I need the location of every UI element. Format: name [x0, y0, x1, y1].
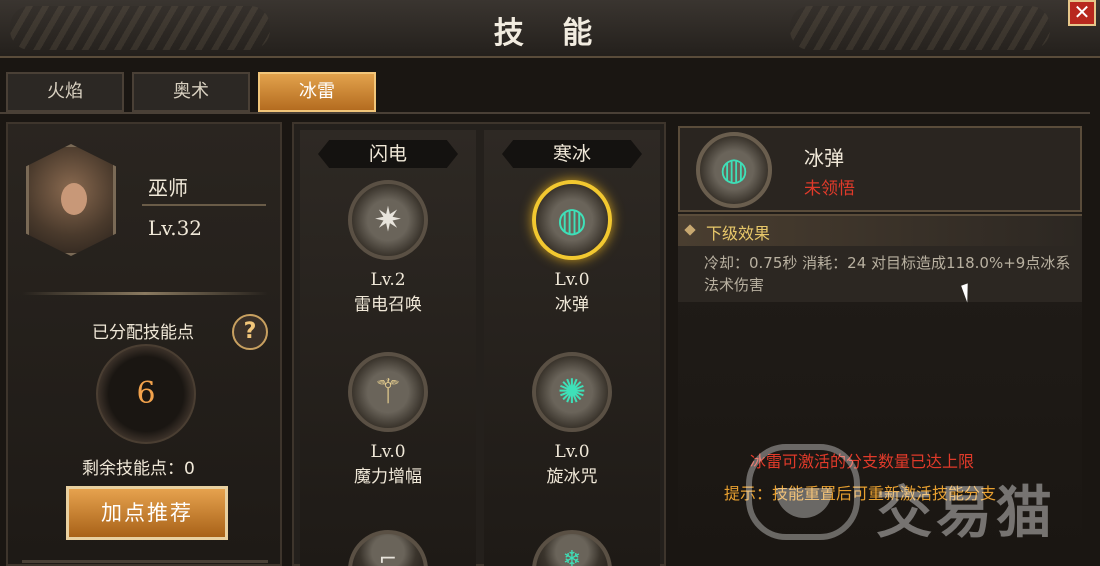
avatar[interactable] [26, 144, 116, 256]
skill-level: Lv.0 [554, 270, 590, 290]
partial-skill-icon: ⌐ [348, 530, 428, 566]
skill-level: Lv.0 [554, 442, 590, 462]
ornate-divider [22, 292, 268, 295]
effect-text: 冷却：0.75秒 消耗：24 对目标造成118.0%+9点冰系法术伤害 [704, 254, 1071, 294]
hero-panel: 巫师 Lv.32 已分配技能点 ? 6 剩余技能点：0 加点推荐 [6, 122, 282, 566]
ice-orb-icon: ◍ [532, 180, 612, 260]
skill-name: 魔力增幅 [354, 467, 422, 487]
skill-name: 冰弹 [555, 295, 589, 315]
tab-arcane[interactable]: 奥术 [132, 72, 250, 112]
skill-tabs: 火焰 奥术 冰雷 [6, 72, 376, 112]
skill-name: 雷电召唤 [354, 295, 422, 315]
detail-header: ◍ 冰弹 未领悟 [678, 126, 1082, 212]
skill-partial-lightning[interactable]: ⌐ [300, 530, 476, 566]
skill-level: Lv.2 [370, 270, 406, 290]
bullet-icon [684, 224, 696, 236]
title-bar: 技 能 [0, 0, 1100, 58]
skill-level: Lv.0 [370, 442, 406, 462]
skill-tree-panel: 闪电 ✷ Lv.2 雷电召唤 ⚚ Lv.0 魔力增幅 ⌐ 寒冰 ◍ Lv.0 冰… [292, 122, 666, 566]
watermark-text: 交易猫 [876, 481, 1056, 546]
window-title: 技 能 [493, 16, 607, 51]
recommend-button[interactable]: 加点推荐 [66, 486, 228, 540]
effect-title: 下级效果 [706, 224, 771, 243]
column-header-frost: 寒冰 [502, 140, 642, 168]
skill-name: 旋冰咒 [546, 467, 598, 487]
ice-spiral-icon: ✺ [532, 352, 612, 432]
tab-divider [0, 112, 1090, 114]
skill-mana-amplify[interactable]: ⚚ Lv.0 魔力增幅 [300, 352, 476, 487]
lightning-column: 闪电 ✷ Lv.2 雷电召唤 ⚚ Lv.0 魔力增幅 ⌐ [300, 130, 476, 566]
hero-level: Lv.32 [148, 216, 203, 240]
tab-ice-lightning[interactable]: 冰雷 [258, 72, 376, 112]
watermark-cat-face [776, 488, 832, 518]
panel-bottom-divider [22, 560, 268, 563]
allocated-points-ring: 6 [96, 344, 196, 444]
staff-icon: ⚚ [348, 352, 428, 432]
skill-partial-frost[interactable]: ❄ [484, 530, 660, 566]
help-icon[interactable]: ? [232, 314, 268, 350]
detail-skill-name: 冰弹 [804, 146, 844, 170]
effect-title-row: 下级效果 [678, 216, 1082, 246]
hero-name: 巫师 [148, 176, 188, 200]
close-button[interactable]: ✕ [1068, 0, 1096, 26]
remaining-points-label: 剩余技能点：0 [82, 459, 195, 479]
avatar-face [61, 183, 87, 215]
detail-skill-status: 未领悟 [804, 179, 855, 199]
lightning-burst-icon: ✷ [348, 180, 428, 260]
skill-ice-spiral[interactable]: ✺ Lv.0 旋冰咒 [484, 352, 660, 487]
ice-orb-icon: ◍ [696, 132, 772, 208]
hero-divider [142, 204, 266, 206]
column-header-lightning: 闪电 [318, 140, 458, 168]
partial-skill-icon: ❄ [532, 530, 612, 566]
next-level-effect: 下级效果 冷却：0.75秒 消耗：24 对目标造成118.0%+9点冰系法术伤害 [678, 214, 1082, 302]
allocated-points-label: 已分配技能点 [92, 323, 194, 343]
watermark-cat-icon [746, 444, 860, 540]
skill-ice-bolt[interactable]: ◍ Lv.0 冰弹 [484, 180, 660, 315]
tab-fire[interactable]: 火焰 [6, 72, 124, 112]
allocated-points-value: 6 [136, 376, 156, 411]
frost-column: 寒冰 ◍ Lv.0 冰弹 ✺ Lv.0 旋冰咒 ❄ [484, 130, 660, 566]
skill-thunder-summon[interactable]: ✷ Lv.2 雷电召唤 [300, 180, 476, 315]
